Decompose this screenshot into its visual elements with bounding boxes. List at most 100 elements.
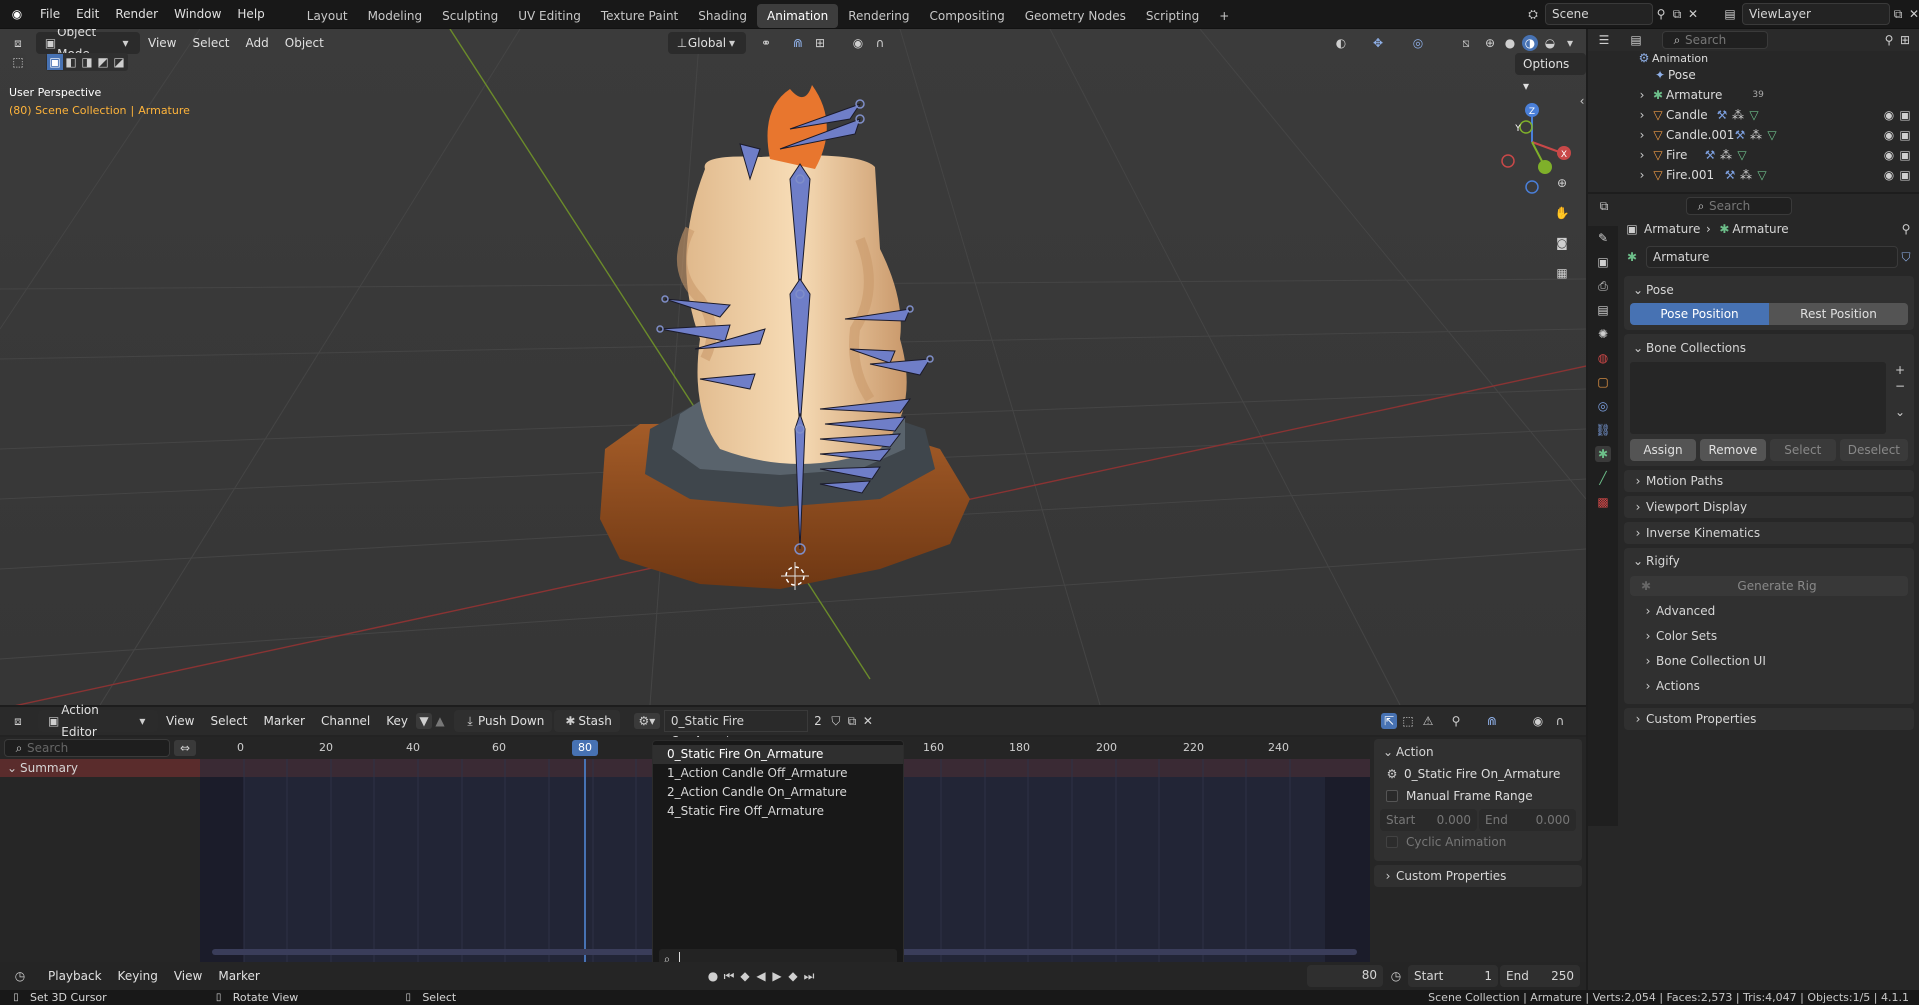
rendered-shading-icon[interactable]: ◒ — [1542, 35, 1558, 51]
list-menu-icon[interactable]: ⌄ — [1892, 404, 1908, 420]
tab-scripting[interactable]: Scripting — [1136, 4, 1209, 28]
menu-keying[interactable]: Keying — [110, 962, 166, 990]
tab-geometry-nodes[interactable]: Geometry Nodes — [1015, 4, 1136, 28]
dopesheet-mode-select[interactable]: ▣ Action Editor ▾ — [38, 703, 158, 739]
summary-channel[interactable]: ⌄ Summary — [0, 759, 200, 777]
manual-frame-range-row[interactable]: Manual Frame Range — [1380, 785, 1576, 807]
rest-position-button[interactable]: Rest Position — [1769, 303, 1908, 325]
prev-keyframe-icon[interactable]: ◆ — [737, 968, 753, 984]
view-layer-field[interactable]: ViewLayer — [1742, 3, 1890, 25]
ortho-grid-icon[interactable]: ▦ — [1554, 265, 1570, 281]
remove-button[interactable]: Remove — [1699, 439, 1766, 461]
start-frame-field[interactable]: Start 1 — [1408, 965, 1498, 987]
gizmo-y-axis[interactable] — [1538, 160, 1552, 174]
eye-icon[interactable]: ◉ — [1881, 167, 1897, 183]
viewport-menu-select[interactable]: Select — [184, 29, 237, 57]
outliner-row-armature[interactable]: › ✱ Armature 39 — [1588, 85, 1919, 105]
tool-tab-icon[interactable]: ✎ — [1595, 230, 1611, 246]
action-option-0[interactable]: 0_Static Fire On_Armature — [653, 745, 903, 764]
viewport-menu-object[interactable]: Object — [277, 29, 332, 57]
action-option-2[interactable]: 2_Action Candle On_Armature — [653, 783, 903, 802]
select-tool-icon[interactable]: ⬚ — [10, 54, 26, 70]
xray-icon[interactable]: ⧅ — [1458, 35, 1474, 51]
side-action-name[interactable]: ⚙ 0_Static Fire On_Armature — [1380, 763, 1576, 785]
camera-icon[interactable]: ▣ — [1897, 107, 1913, 123]
gizmo-neg-y[interactable] — [1519, 120, 1533, 134]
add-icon[interactable]: + — [1892, 362, 1908, 378]
assign-button[interactable]: Assign — [1630, 439, 1696, 461]
channel-search[interactable]: ⌕ Search — [4, 739, 170, 757]
proportional-edit-icon[interactable]: ◉ — [1530, 713, 1546, 729]
pose-position-button[interactable]: Pose Position — [1630, 303, 1769, 325]
tab-animation[interactable]: Animation — [757, 3, 839, 28]
select-invert-icon[interactable]: ◩ — [95, 54, 111, 70]
falloff-icon[interactable]: ∩ — [872, 35, 888, 51]
record-icon[interactable]: ● — [705, 968, 721, 984]
material-shading-icon[interactable]: ◑ — [1522, 35, 1538, 51]
falloff-icon[interactable]: ∩ — [1552, 713, 1568, 729]
motion-paths-panel[interactable]: › Motion Paths — [1624, 470, 1914, 492]
eye-icon[interactable]: ◉ — [1881, 127, 1897, 143]
ae-menu-view[interactable]: View — [158, 707, 202, 735]
scene-selector[interactable]: ⛭ Scene ⚲ ⧉ ✕ — [1525, 3, 1701, 25]
delete-scene-icon[interactable]: ✕ — [1685, 6, 1701, 22]
expand-icon[interactable]: › — [1634, 167, 1650, 183]
3d-viewport[interactable]: ⧈ ▣ Object Mode ▾ View Select Add Object… — [0, 29, 1586, 705]
unlink-action-icon[interactable]: ✕ — [860, 713, 876, 729]
viewport-display-panel[interactable]: › Viewport Display — [1624, 496, 1914, 518]
menu-help[interactable]: Help — [229, 0, 272, 29]
rigify-color-sets[interactable]: › Color Sets — [1630, 623, 1908, 648]
only-errors-icon[interactable]: ⚠ — [1420, 713, 1436, 729]
armature-name-field[interactable]: Armature — [1646, 246, 1898, 268]
rigify-bone-collection-ui[interactable]: › Bone Collection UI — [1630, 648, 1908, 673]
editor-type-icon[interactable]: ⧈ — [10, 35, 26, 51]
end-frame-field[interactable]: End 250 — [1500, 965, 1580, 987]
rigify-header[interactable]: ⌄ Rigify — [1630, 550, 1908, 572]
overlays-icon[interactable]: ◎ — [1410, 35, 1426, 51]
outliner-row-fire-001[interactable]: › ▽ Fire.001 ⚒ ⁂ ▽ ◉ ▣ — [1588, 165, 1919, 185]
pan-hand-icon[interactable]: ✋ — [1554, 205, 1570, 221]
outliner-row-candle-001[interactable]: › ▽ Candle.001 ⚒ ⁂ ▽ ◉ ▣ — [1588, 125, 1919, 145]
play-reverse-icon[interactable]: ◀ — [753, 968, 769, 984]
tab-shading[interactable]: Shading — [688, 4, 757, 28]
layer-prev-icon[interactable]: ▼ — [416, 713, 433, 729]
tab-uv-editing[interactable]: UV Editing — [508, 4, 591, 28]
custom-properties-panel[interactable]: › Custom Properties — [1624, 708, 1914, 730]
zoom-icon[interactable]: ⊕ — [1554, 175, 1570, 191]
viewport-menu-view[interactable]: View — [140, 29, 184, 57]
ae-menu-marker[interactable]: Marker — [256, 707, 313, 735]
object-tab-icon[interactable]: ▢ — [1595, 374, 1611, 390]
wireframe-shading-icon[interactable]: ⊕ — [1482, 35, 1498, 51]
expand-icon[interactable]: › — [1634, 107, 1650, 123]
swap-icon[interactable]: ⇔ — [174, 740, 196, 756]
display-mode-icon[interactable]: ▤ — [1628, 32, 1644, 48]
push-down-button[interactable]: ⤓ Push Down — [454, 710, 553, 732]
camera-view-icon[interactable]: ◙ — [1554, 235, 1570, 251]
next-keyframe-icon[interactable]: ◆ — [785, 968, 801, 984]
current-frame-field[interactable]: 80 — [1307, 965, 1383, 987]
visibility-icon[interactable]: ◐ — [1333, 35, 1349, 51]
select-new-icon[interactable]: ▣ — [47, 54, 63, 70]
tab-modeling[interactable]: Modeling — [358, 4, 433, 28]
proportional-edit-icon[interactable]: ◉ — [850, 35, 866, 51]
new-view-layer-icon[interactable]: ⧉ — [1890, 6, 1906, 22]
frame-end-field[interactable]: End 0.000 — [1479, 809, 1576, 831]
scene-field[interactable]: Scene — [1545, 3, 1653, 25]
add-workspace-button[interactable]: + — [1209, 4, 1239, 28]
timeline-editor-icon[interactable]: ◷ — [12, 968, 28, 984]
expand-icon[interactable]: › — [1634, 127, 1650, 143]
duplicate-action-icon[interactable]: ⧉ — [844, 713, 860, 729]
properties-editor-icon[interactable]: ⧉ — [1596, 198, 1612, 214]
gizmo-neg-x[interactable] — [1501, 154, 1515, 168]
cyclic-animation-row[interactable]: Cyclic Animation — [1380, 831, 1576, 853]
armature-data-tab-icon[interactable]: ✱ — [1595, 446, 1611, 462]
action-option-1[interactable]: 1_Action Candle Off_Armature — [653, 764, 903, 783]
action-users-count[interactable]: 2 — [807, 710, 828, 732]
blender-logo-icon[interactable]: ◉ — [8, 6, 26, 22]
eye-icon[interactable]: ◉ — [1881, 107, 1897, 123]
outliner-editor-icon[interactable]: ☰ — [1596, 32, 1612, 48]
outliner-row-animation[interactable]: ⚙ Animation — [1588, 51, 1919, 65]
transform-orientation[interactable]: ⊥ Global ▾ — [668, 32, 746, 54]
tab-layout[interactable]: Layout — [297, 4, 358, 28]
show-hidden-icon[interactable]: ⬚ — [1400, 713, 1416, 729]
